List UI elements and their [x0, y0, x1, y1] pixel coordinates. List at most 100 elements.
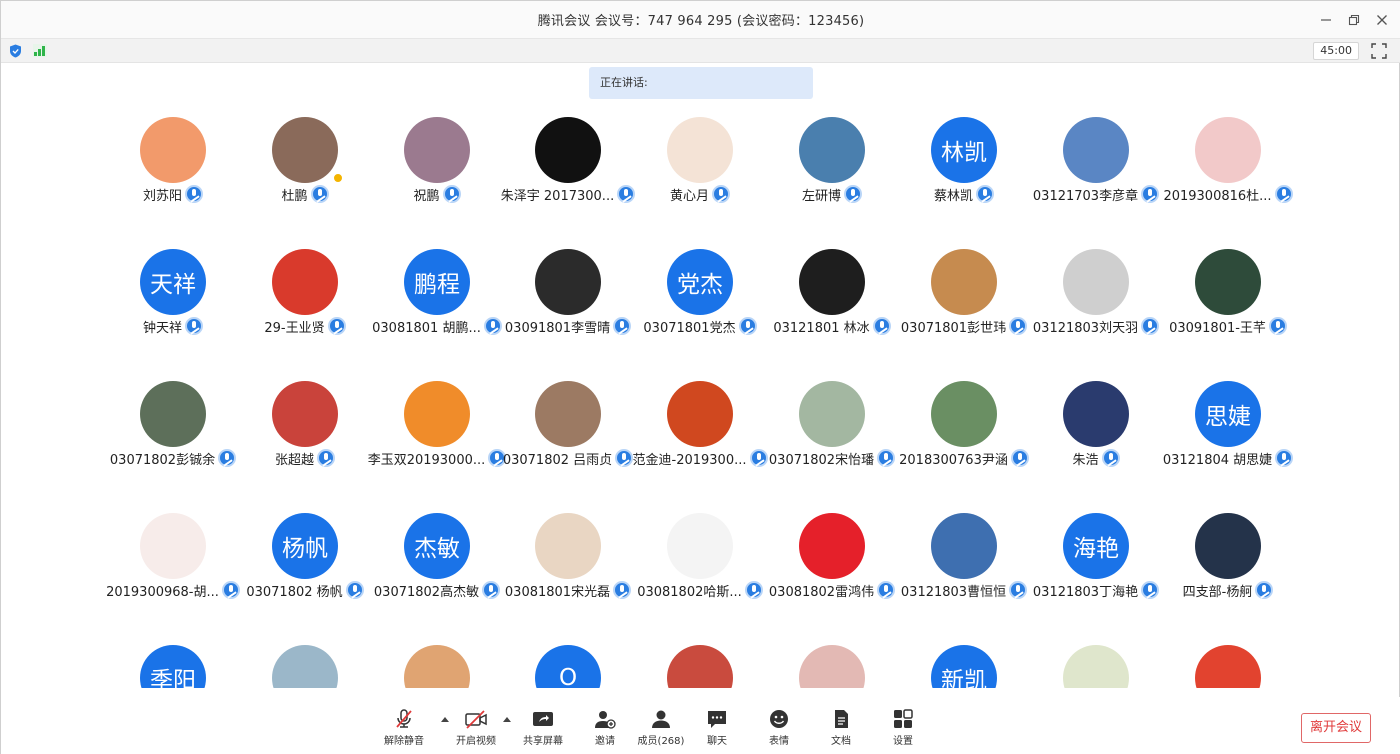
avatar	[1063, 117, 1129, 183]
participant-tile[interactable]: 2019300816杜...	[1162, 106, 1294, 206]
participant-tile[interactable]: 03091801李雪晴	[502, 238, 634, 338]
participant-tile[interactable]: 03121801 林冰	[766, 238, 898, 338]
unmute-button[interactable]: 解除静音	[374, 709, 434, 749]
avatar	[1063, 381, 1129, 447]
participant-tile[interactable]: 2019300968-胡...	[106, 502, 240, 602]
avatar	[667, 117, 733, 183]
invite-label: 邀请	[595, 736, 615, 747]
participant-name: 03091801李雪晴	[504, 320, 611, 336]
participant-tile[interactable]: O	[502, 634, 634, 688]
participant-tile[interactable]: 03081802哈斯...	[634, 502, 766, 602]
participant-name: 黄心月	[669, 188, 709, 204]
avatar	[535, 513, 601, 579]
participant-tile[interactable]: 朱泽宇 2017300...	[501, 106, 636, 206]
reactions-button[interactable]: 表情	[749, 709, 809, 749]
members-button[interactable]: 成员(268)	[631, 709, 691, 749]
settings-button[interactable]: 设置	[873, 709, 933, 749]
docs-button[interactable]: 文档	[811, 709, 871, 749]
participant-name: 03071802高杰敏	[373, 584, 480, 600]
restore-icon[interactable]	[1341, 7, 1367, 33]
participant-tile[interactable]: 03071802宋怡璠	[766, 370, 898, 470]
shield-icon[interactable]	[9, 44, 22, 58]
chat-button[interactable]: 聊天	[687, 709, 747, 749]
participant-tile[interactable]: 李玉双20193000...	[368, 370, 507, 470]
avatar: O	[535, 645, 601, 688]
video-options-caret-icon[interactable]	[502, 715, 512, 723]
participant-tile[interactable]: 朱浩	[1030, 370, 1162, 470]
participant-tile[interactable]: 四支部-杨舸	[1162, 502, 1294, 602]
participant-tile[interactable]: 03121703李彦章	[1030, 106, 1162, 206]
participant-tile[interactable]	[371, 634, 503, 688]
participant-tile[interactable]	[634, 634, 766, 688]
participant-tile[interactable]: 黄心月	[634, 106, 766, 206]
fullscreen-icon[interactable]	[1371, 43, 1387, 59]
participant-tile[interactable]: 03081801宋光磊	[502, 502, 634, 602]
minimize-icon[interactable]	[1313, 7, 1339, 33]
participant-tile[interactable]: 03071801彭世玮	[898, 238, 1030, 338]
participant-tile[interactable]: 杨帆 03071802 杨帆	[239, 502, 371, 602]
invite-icon	[595, 711, 616, 729]
participant-tile[interactable]: 天祥 钟天祥	[107, 238, 239, 338]
participant-tile[interactable]: 祝鹏	[371, 106, 503, 206]
participant-tile[interactable]: 杜鹏	[239, 106, 371, 206]
participant-tile[interactable]: 海艳 03121803丁海艳	[1030, 502, 1162, 602]
participant-name: 2019300968-胡...	[106, 584, 219, 600]
mic-muted-icon	[442, 185, 461, 203]
participant-tile[interactable]: 新凯	[898, 634, 1030, 688]
participant-tile[interactable]: 03091801-王芊	[1162, 238, 1294, 338]
settings-label: 设置	[893, 736, 913, 747]
participant-tile[interactable]: 鹏程 03081801 胡鹏...	[371, 238, 503, 338]
avatar	[272, 381, 338, 447]
avatar	[799, 249, 865, 315]
participant-tile[interactable]: 2018300763尹涵	[898, 370, 1030, 470]
avatar	[1063, 645, 1129, 688]
avatar: 杨帆	[272, 513, 338, 579]
participant-tile[interactable]: 范金迪-2019300...	[632, 370, 768, 470]
participant-tile[interactable]: 党杰 03071801党杰	[634, 238, 766, 338]
speaking-indicator: 正在讲话:	[589, 67, 813, 99]
participant-tile[interactable]: 03071802彭铖余	[107, 370, 239, 470]
close-icon[interactable]	[1369, 7, 1395, 33]
participant-tile[interactable]: 03121803曹恒恒	[898, 502, 1030, 602]
participant-tile[interactable]	[1162, 634, 1294, 688]
start-video-label: 开启视频	[456, 736, 496, 747]
participant-tile[interactable]: 思婕 03121804 胡思婕	[1162, 370, 1294, 470]
participant-tile[interactable]: 03121803刘天羽	[1030, 238, 1162, 338]
mic-muted-icon	[1268, 317, 1287, 335]
signal-icon[interactable]	[33, 44, 47, 57]
participant-tile[interactable]	[1030, 634, 1162, 688]
mic-muted-icon	[317, 449, 335, 467]
participant-tile[interactable]: 林凯 蔡林凯	[898, 106, 1030, 206]
participant-tile[interactable]: 季阳	[107, 634, 239, 688]
participant-tile[interactable]: 03081802雷鸿伟	[766, 502, 898, 602]
avatar	[1195, 117, 1261, 183]
participant-name: 范金迪-2019300...	[632, 452, 747, 468]
docs-label: 文档	[831, 736, 851, 747]
participant-name: 祝鹏	[413, 188, 440, 204]
leave-meeting-button[interactable]: 离开会议	[1301, 713, 1371, 743]
meeting-toolbar: 解除静音 开启视频 共享屏幕 邀请 成员(268) 聊天 表情 文档 设置 离开…	[1, 697, 1400, 754]
avatar	[931, 513, 997, 579]
participant-name: 张超越	[274, 452, 314, 468]
participant-name: 2019300816杜...	[1163, 188, 1272, 204]
participant-tile[interactable]: 杰敏 03071802高杰敏	[371, 502, 503, 602]
document-icon	[835, 710, 848, 728]
mic-muted-icon	[712, 185, 730, 203]
share-screen-button[interactable]: 共享屏幕	[513, 709, 573, 749]
participant-tile[interactable]: 刘苏阳	[107, 106, 239, 206]
participant-name: 03081802雷鸿伟	[768, 584, 875, 600]
invite-button[interactable]: 邀请	[575, 709, 635, 749]
participant-name: 03081801 胡鹏...	[372, 320, 481, 336]
avatar: 海艳	[1063, 513, 1129, 579]
participant-tile[interactable]: 左研博	[766, 106, 898, 206]
participant-tile[interactable]: 张超越	[239, 370, 371, 470]
participant-tile[interactable]	[239, 634, 371, 688]
participant-tile[interactable]: 03071802 吕雨贞	[502, 370, 634, 470]
participant-name-row: 2019300816杜...	[1148, 184, 1308, 204]
avatar: 思婕	[1195, 381, 1261, 447]
start-video-button[interactable]: 开启视频	[446, 709, 506, 749]
window-title: 腾讯会议 会议号：747 964 295 (会议密码：123456)	[537, 14, 865, 29]
participant-tile[interactable]	[766, 634, 898, 688]
chat-icon	[708, 711, 726, 728]
participant-tile[interactable]: 29-王业贤	[239, 238, 371, 338]
